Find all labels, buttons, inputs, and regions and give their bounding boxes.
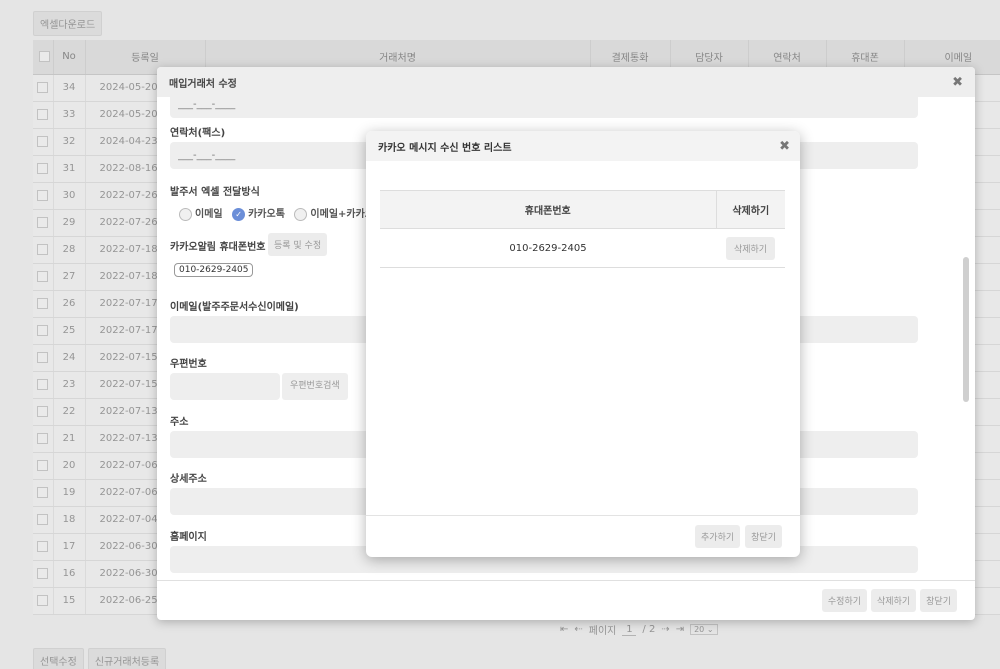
close-button[interactable]: 창닫기 <box>920 589 957 612</box>
row-delete-button[interactable]: 삭제하기 <box>725 236 776 260</box>
modal-header: 매입거래처 수정 ✖ <box>157 67 975 97</box>
col-delete: 삭제하기 <box>716 190 785 229</box>
zip-label: 우편번호 <box>170 359 207 370</box>
kakao-number-list-modal: 카카오 메시지 수신 번호 리스트 ✖ 휴대폰번호 삭제하기 010-2629-… <box>366 131 800 557</box>
radio-kakao-label: 카카오톡 <box>248 209 285 220</box>
delete-cell: 삭제하기 <box>716 228 785 268</box>
phone-list-table: 휴대폰번호 삭제하기 010-2629-2405 삭제하기 <box>380 190 785 268</box>
edit-button[interactable]: 수정하기 <box>821 589 868 612</box>
kakao-phone-label: 카카오알림 휴대폰번호 <box>170 242 266 253</box>
excel-method-label: 발주서 엑셀 전달방식 <box>170 187 260 198</box>
table-header-row: 휴대폰번호 삭제하기 <box>380 190 785 229</box>
address-label: 주소 <box>170 417 189 428</box>
modal-header: 카카오 메시지 수신 번호 리스트 ✖ <box>366 131 800 161</box>
register-edit-button[interactable]: 등록 및 수정 <box>268 233 328 256</box>
col-phone: 휴대폰번호 <box>380 190 717 229</box>
phone-cell: 010-2629-2405 <box>380 228 716 268</box>
check-icon[interactable]: ✓ <box>232 207 246 221</box>
close-icon[interactable]: ✖ <box>952 75 963 90</box>
radio-email[interactable]: 이메일 <box>179 207 223 221</box>
delete-button[interactable]: 삭제하기 <box>871 589 917 612</box>
fax-label: 연락처(팩스) <box>170 128 226 139</box>
modal-title: 매입거래처 수정 <box>169 78 237 90</box>
close-icon[interactable]: ✖ <box>779 139 790 154</box>
radio-email-kakao[interactable]: 이메일+카카오 <box>294 207 375 221</box>
kakao-phone-chip: 010-2629-2405 <box>174 263 254 277</box>
radio-email-label: 이메일 <box>195 209 223 220</box>
scrollbar[interactable] <box>963 97 969 580</box>
modal-title: 카카오 메시지 수신 번호 리스트 <box>378 142 512 154</box>
email-label: 이메일(발주주문서수신이메일) <box>170 302 299 313</box>
contact-phone-input[interactable] <box>170 97 918 118</box>
modal-footer: 수정하기 삭제하기 창닫기 <box>157 580 975 620</box>
radio-circle[interactable] <box>294 207 308 221</box>
zip-input[interactable] <box>170 373 280 400</box>
radio-circle[interactable] <box>179 207 192 221</box>
detail-address-label: 상세주소 <box>170 474 207 485</box>
zip-search-button[interactable]: 우편번호검색 <box>282 373 348 400</box>
excel-method-radio-group: 이메일 ✓ 카카오톡 이메일+카카오 <box>179 205 380 221</box>
scrollbar-thumb[interactable] <box>963 257 969 402</box>
add-button[interactable]: 추가하기 <box>695 525 741 548</box>
homepage-label: 홈페이지 <box>170 532 207 543</box>
close-button[interactable]: 창닫기 <box>745 525 782 548</box>
table-row: 010-2629-2405 삭제하기 <box>380 228 785 268</box>
radio-kakao[interactable]: ✓ 카카오톡 <box>232 207 285 221</box>
modal-footer: 추가하기 창닫기 <box>366 515 800 557</box>
radio-both-label: 이메일+카카오 <box>310 209 375 220</box>
